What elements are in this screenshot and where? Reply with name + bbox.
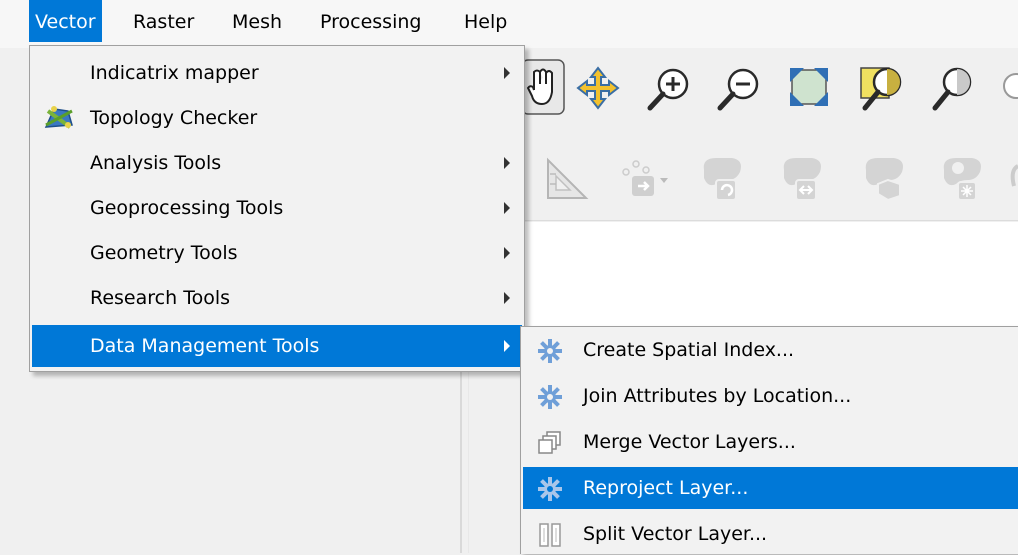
gear-icon — [538, 477, 562, 501]
zoom-in-icon[interactable] — [645, 66, 693, 112]
merge-layers-icon — [538, 431, 561, 454]
measure-angle-icon[interactable] — [542, 154, 592, 204]
zoom-out-icon[interactable] — [715, 66, 763, 112]
menu-item-analysis-tools[interactable]: Analysis Tools — [32, 142, 522, 184]
submenu-item-label: Create Spatial Index... — [583, 339, 795, 361]
split-layer-icon — [539, 523, 561, 547]
submenu-arrow-icon — [504, 67, 510, 79]
submenu-item-label: Split Vector Layer... — [583, 523, 768, 545]
menu-item-label: Geoprocessing Tools — [90, 197, 284, 219]
menu-processing[interactable]: Processing — [314, 0, 427, 42]
menu-item-label: Data Management Tools — [90, 335, 320, 357]
submenu-item-label: Reproject Layer... — [583, 477, 749, 499]
menu-item-label: Indicatrix mapper — [90, 62, 259, 84]
menu-item-data-management-tools[interactable]: Data Management Tools — [32, 325, 522, 367]
zoom-to-layer-icon[interactable] — [857, 64, 905, 112]
zoom-to-selection-icon[interactable] — [927, 64, 975, 112]
menu-help[interactable]: Help — [458, 0, 513, 42]
menu-item-label: Research Tools — [90, 287, 230, 309]
submenu-arrow-icon — [504, 292, 510, 304]
simplify-feature-icon[interactable] — [860, 154, 914, 204]
submenu-item-join-attributes-by-location[interactable]: Join Attributes by Location... — [523, 375, 1018, 417]
menu-item-topology-checker[interactable]: Topology Checker — [32, 97, 522, 139]
add-point-feature-icon[interactable] — [618, 158, 674, 202]
submenu-arrow-icon — [504, 157, 510, 169]
panel-divider-inner — [468, 370, 469, 553]
menu-item-label: Analysis Tools — [90, 152, 222, 174]
submenu-item-reproject-layer[interactable]: Reproject Layer... — [523, 467, 1018, 509]
menu-vector[interactable]: Vector — [29, 0, 102, 42]
menu-raster[interactable]: Raster — [127, 0, 200, 42]
menu-item-geometry-tools[interactable]: Geometry Tools — [32, 232, 522, 274]
submenu-arrow-icon — [504, 340, 510, 352]
pan-to-selection-icon[interactable] — [576, 66, 620, 110]
pan-hand-icon[interactable] — [520, 56, 568, 118]
more-tools-icon[interactable] — [1008, 156, 1018, 202]
submenu-item-split-vector-layer[interactable]: Split Vector Layer... — [523, 513, 1018, 555]
advanced-digitizing-toolbar — [520, 138, 1018, 221]
gear-icon — [538, 339, 562, 363]
menu-item-geoprocessing-tools[interactable]: Geoprocessing Tools — [32, 187, 522, 229]
menubar: Vector Raster Mesh Processing Help — [0, 0, 1018, 48]
topology-checker-icon — [44, 106, 73, 129]
menu-item-research-tools[interactable]: Research Tools — [32, 277, 522, 319]
submenu-arrow-icon — [504, 202, 510, 214]
data-management-submenu: Create Spatial Index... Join Attributes … — [520, 326, 1018, 554]
zoom-full-icon[interactable] — [786, 64, 834, 110]
panel-divider — [460, 370, 462, 553]
menu-item-indicatrix-mapper[interactable]: Indicatrix mapper — [32, 52, 522, 94]
vector-menu-dropdown: Indicatrix mapper Topology Checker Analy… — [29, 45, 525, 372]
submenu-item-label: Merge Vector Layers... — [583, 431, 796, 453]
delete-part-icon[interactable] — [938, 154, 992, 204]
gear-icon — [538, 385, 562, 409]
zoom-last-icon[interactable] — [998, 68, 1018, 112]
submenu-item-label: Join Attributes by Location... — [583, 385, 852, 407]
submenu-item-create-spatial-index[interactable]: Create Spatial Index... — [523, 329, 1018, 371]
submenu-item-merge-vector-layers[interactable]: Merge Vector Layers... — [523, 421, 1018, 463]
map-navigation-toolbar — [520, 48, 1018, 130]
menu-item-label: Geometry Tools — [90, 242, 238, 264]
menu-mesh[interactable]: Mesh — [226, 0, 288, 42]
menu-item-label: Topology Checker — [90, 107, 258, 129]
reshape-features-icon[interactable] — [698, 154, 752, 204]
offset-curve-icon[interactable] — [778, 154, 832, 204]
submenu-arrow-icon — [504, 247, 510, 259]
